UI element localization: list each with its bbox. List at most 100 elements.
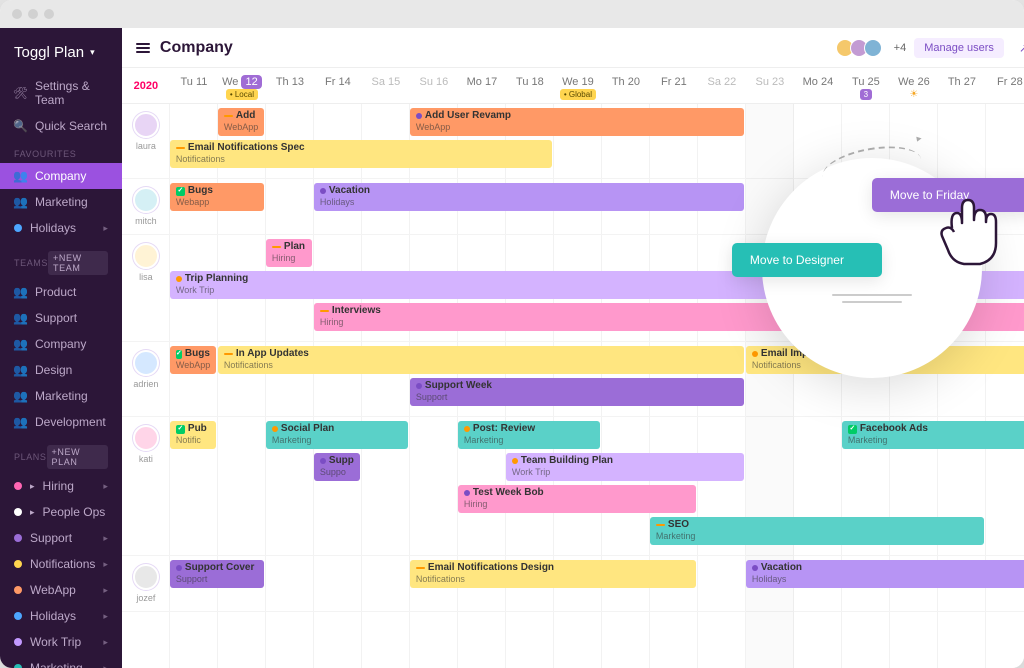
sidebar-item-marketing[interactable]: Marketing▸: [0, 655, 122, 668]
sidebar-item-hiring[interactable]: ▸Hiring▸: [0, 473, 122, 499]
settings-team-link[interactable]: 🛠 Settings & Team: [0, 73, 122, 113]
person-cell[interactable]: lisa: [122, 235, 170, 341]
sidebar-item-development[interactable]: 👥Development: [0, 409, 122, 435]
sidebar-item-webapp[interactable]: WebApp▸: [0, 577, 122, 603]
sidebar-item-work-trip[interactable]: Work Trip▸: [0, 629, 122, 655]
bullet-icon: [14, 508, 22, 516]
calendar-day[interactable]: We 19• Global: [554, 72, 602, 100]
task-bar[interactable]: Team Building PlanWork Trip: [506, 453, 744, 481]
calendar-day[interactable]: Th 27: [938, 72, 986, 100]
task-bar[interactable]: ✓ BugsWebapp: [170, 183, 264, 211]
sidebar-item-product[interactable]: 👥Product: [0, 279, 122, 305]
sidebar-item-holidays[interactable]: Holidays▸: [0, 603, 122, 629]
calendar-day[interactable]: Su 23: [746, 72, 794, 100]
dash-icon: [176, 147, 185, 149]
new-team-button[interactable]: +New Team: [48, 251, 108, 275]
task-bar[interactable]: Email ImplementationNotifications: [746, 346, 1024, 374]
chevron-right-icon: ▸: [103, 223, 108, 234]
task-lanes[interactable]: Support CoverSupport Email Notifications…: [170, 556, 1024, 611]
task-bar[interactable]: PlanHiring: [266, 239, 312, 267]
sidebar-item-support[interactable]: 👥Support: [0, 305, 122, 331]
task-bar[interactable]: VacationHolidays: [746, 560, 1024, 588]
task-bar[interactable]: Add User RevampWebApp: [410, 108, 744, 136]
calendar-day[interactable]: We 12• Local: [218, 72, 266, 100]
person-cell[interactable]: mitch: [122, 179, 170, 234]
task-bar[interactable]: Social PlanMarketing: [266, 421, 408, 449]
timeline-row: kati✓ PubNotific Social PlanMarketing Po…: [122, 417, 1024, 556]
calendar-day[interactable]: Th 13: [266, 72, 314, 100]
task-bar[interactable]: Email Notifications DesignNotifications: [410, 560, 696, 588]
sidebar-item-marketing[interactable]: 👥Marketing: [0, 189, 122, 215]
calendar-day[interactable]: Th 20: [602, 72, 650, 100]
year-label[interactable]: 2020: [122, 80, 170, 92]
sidebar-item-support[interactable]: Support▸: [0, 525, 122, 551]
section-plans: PLANS +New Plan: [0, 435, 122, 473]
calendar-day[interactable]: Mo 24: [794, 72, 842, 100]
bullet-icon: [14, 612, 22, 620]
brand-menu[interactable]: Toggl Plan ▾: [0, 38, 122, 73]
task-lanes[interactable]: ✓ BugsWebapp VacationHolidays: [170, 179, 1024, 234]
window-close-icon[interactable]: [12, 9, 22, 19]
dot-icon: [272, 426, 278, 432]
more-users-count[interactable]: +4: [894, 42, 907, 54]
person-name: jozef: [136, 593, 155, 603]
task-bar[interactable]: Email Notifications SpecNotifications: [170, 140, 552, 168]
task-bar[interactable]: In App UpdatesNotifications: [218, 346, 744, 374]
task-bar[interactable]: Trip PlanningWork Trip: [170, 271, 1024, 299]
bullet-icon: [14, 224, 22, 232]
timeline[interactable]: laura AddWebApp Add User RevampWebApp Em…: [122, 104, 1024, 668]
sidebar-item-people-ops[interactable]: ▸People Ops: [0, 499, 122, 525]
task-bar[interactable]: AddWebApp: [218, 108, 264, 136]
task-lanes[interactable]: PlanHiring Trip PlanningWork Trip Interv…: [170, 235, 1024, 341]
calendar-day[interactable]: We 26☀: [890, 72, 938, 100]
calendar-day[interactable]: Mo 17: [458, 72, 506, 100]
menu-icon[interactable]: [136, 43, 150, 53]
task-bar[interactable]: ✓ BugsWebApp: [170, 346, 216, 374]
sidebar-item-company[interactable]: 👥Company: [0, 331, 122, 357]
calendar-day[interactable]: Fr 21: [650, 72, 698, 100]
person-cell[interactable]: kati: [122, 417, 170, 555]
sidebar-item-notifications[interactable]: Notifications▸: [0, 551, 122, 577]
task-subtitle: Holidays: [320, 197, 738, 208]
task-bar[interactable]: Support CoverSupport: [170, 560, 264, 588]
calendar-day[interactable]: Tu 253: [842, 72, 890, 100]
calendar-day[interactable]: Sa 15: [362, 72, 410, 100]
task-bar[interactable]: ✓ PubNotific: [170, 421, 216, 449]
brand-label: Toggl Plan: [14, 44, 84, 61]
calendar-day[interactable]: Tu 11: [170, 72, 218, 100]
window-zoom-icon[interactable]: [44, 9, 54, 19]
check-icon: ✓: [176, 187, 185, 196]
quick-search-link[interactable]: 🔍 Quick Search: [0, 113, 122, 139]
calendar-day[interactable]: Sa 22: [698, 72, 746, 100]
task-bar[interactable]: Support WeekSupport: [410, 378, 744, 406]
task-bar[interactable]: Test Week BobHiring: [458, 485, 696, 513]
sidebar-item-marketing[interactable]: 👥Marketing: [0, 383, 122, 409]
task-bar[interactable]: InterviewsHiring: [314, 303, 1024, 331]
calendar-day[interactable]: Su 16: [410, 72, 458, 100]
section-teams: TEAMS +New Team: [0, 241, 122, 279]
task-lanes[interactable]: ✓ PubNotific Social PlanMarketing Post: …: [170, 417, 1024, 555]
person-cell[interactable]: adrien: [122, 342, 170, 416]
calendar-day[interactable]: Fr 14: [314, 72, 362, 100]
sidebar-item-design[interactable]: 👥Design: [0, 357, 122, 383]
user-avatars[interactable]: [840, 39, 882, 57]
task-bar[interactable]: Post: ReviewMarketing: [458, 421, 600, 449]
task-lanes[interactable]: AddWebApp Add User RevampWebApp Email No…: [170, 104, 1024, 178]
person-cell[interactable]: laura: [122, 104, 170, 178]
calendar-day[interactable]: Fr 28: [986, 72, 1024, 100]
task-subtitle: Notifications: [416, 574, 690, 585]
sidebar-item-holidays[interactable]: Holidays▸: [0, 215, 122, 241]
task-lanes[interactable]: ✓ BugsWebApp In App UpdatesNotifications…: [170, 342, 1024, 416]
task-bar[interactable]: SuppSuppo: [314, 453, 360, 481]
person-cell[interactable]: jozef: [122, 556, 170, 611]
share-icon[interactable]: ↗: [1012, 36, 1024, 60]
calendar-day[interactable]: Tu 18: [506, 72, 554, 100]
new-plan-button[interactable]: +New Plan: [47, 445, 108, 469]
task-subtitle: Marketing: [464, 435, 594, 446]
task-bar[interactable]: VacationHolidays: [314, 183, 744, 211]
task-bar[interactable]: ✓ Facebook AdsMarketing: [842, 421, 1024, 449]
task-bar[interactable]: SEOMarketing: [650, 517, 984, 545]
manage-users-button[interactable]: Manage users: [914, 38, 1004, 58]
window-minimize-icon[interactable]: [28, 9, 38, 19]
sidebar-item-company[interactable]: 👥Company: [0, 163, 122, 189]
